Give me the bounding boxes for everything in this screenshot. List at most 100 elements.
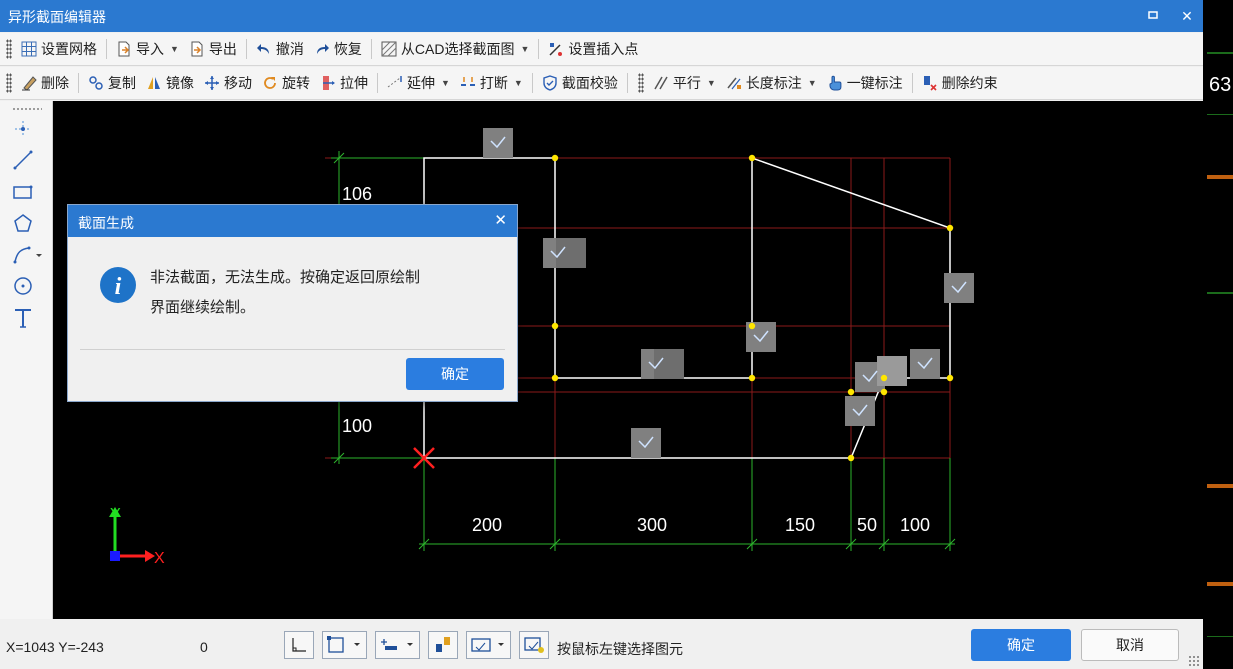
constraint-marker[interactable]	[944, 273, 974, 303]
toolbar-grip[interactable]	[637, 73, 644, 93]
select-mode-button[interactable]	[519, 631, 549, 659]
rectangle-tool-icon[interactable]	[12, 181, 34, 203]
constraint-marker[interactable]	[631, 428, 661, 458]
extend-icon	[387, 75, 403, 91]
axis-x-label: X	[154, 550, 165, 567]
grid-snap-icon	[381, 639, 413, 650]
length-dimension-icon	[726, 75, 742, 91]
display-icon	[471, 638, 504, 652]
toolbar-grip[interactable]	[6, 73, 12, 93]
copy-button[interactable]: 复制	[83, 70, 141, 96]
ortho-icon	[292, 638, 306, 652]
undo-button[interactable]: 撤消	[251, 36, 309, 62]
export-button[interactable]: 导出	[184, 36, 242, 62]
snap-icon	[327, 636, 360, 653]
maximize-icon[interactable]	[1142, 6, 1164, 26]
confirm-button[interactable]: 确定	[971, 629, 1071, 661]
polyline-tool-icon[interactable]	[12, 244, 44, 266]
constraint-marker[interactable]	[910, 349, 940, 379]
constraint-markers[interactable]	[483, 128, 974, 458]
chevron-down-icon[interactable]: ▼	[707, 78, 716, 88]
constraint-marker[interactable]	[483, 128, 513, 158]
edit-toolbar: 删除 复制 镜像 移动 旋转 拉伸 延伸 ▼ 打断 ▼ 截面校验 平行 ▼ 长度…	[0, 67, 1203, 100]
parallel-icon	[653, 75, 669, 91]
copy-icon	[88, 75, 104, 91]
hand-pointer-icon	[827, 75, 843, 91]
panel-grip[interactable]	[12, 108, 42, 110]
svg-text:i: i	[115, 274, 122, 300]
chevron-down-icon[interactable]: ▼	[514, 78, 523, 88]
chevron-down-icon[interactable]: ▼	[520, 44, 529, 54]
snap-dropdown-button[interactable]	[322, 631, 367, 659]
info-icon: i	[100, 267, 136, 303]
dialog-ok-button[interactable]: 确定	[406, 358, 504, 390]
dimension-label: 150	[785, 515, 815, 535]
layer-button[interactable]	[428, 631, 458, 659]
window-title: 异形截面编辑器	[8, 9, 106, 25]
set-insert-point-button[interactable]: 设置插入点	[543, 36, 643, 62]
rotate-button[interactable]: 旋转	[257, 70, 315, 96]
move-icon	[204, 75, 220, 91]
stretch-button[interactable]: 拉伸	[315, 70, 373, 96]
break-icon	[460, 75, 476, 91]
delete-button[interactable]: 删除	[16, 70, 74, 96]
toolbar-grip[interactable]	[6, 39, 12, 59]
dimension-label: 106	[342, 184, 372, 204]
line-tool-icon[interactable]	[12, 149, 34, 171]
layer-icon	[436, 637, 450, 652]
insert-point-icon	[548, 41, 564, 57]
axis-y-label: Y	[110, 506, 121, 523]
chevron-down-icon[interactable]: ▼	[441, 78, 450, 88]
mirror-button[interactable]: 镜像	[141, 70, 199, 96]
main-toolbar: 设置网格 导入 ▼ 导出 撤消 恢复 从CAD选择截面图 ▼ 设置插入点	[0, 33, 1203, 66]
hatch-icon	[381, 41, 397, 57]
dimension-label: 50	[857, 515, 877, 535]
one-key-dimension-button[interactable]: 一键标注	[822, 70, 908, 96]
resize-grip[interactable]	[1188, 655, 1200, 667]
polygon-tool-icon[interactable]	[12, 213, 34, 235]
eraser-icon	[21, 75, 37, 91]
axis-indicator: Y X	[109, 506, 165, 567]
extend-button[interactable]: 延伸 ▼	[382, 70, 455, 96]
close-icon[interactable]: ✕	[1176, 6, 1198, 26]
mirror-icon	[146, 75, 162, 91]
ortho-toggle-button[interactable]	[284, 631, 314, 659]
section-check-button[interactable]: 截面校验	[537, 70, 623, 96]
dialog-message: 非法截面，无法生成。按确定返回原绘制 界面继续绘制。	[150, 269, 421, 316]
title-bar: 异形截面编辑器 ✕	[0, 0, 1203, 32]
redo-icon	[314, 41, 330, 57]
constraint-marker[interactable]	[845, 396, 875, 426]
display-dropdown-button[interactable]	[466, 631, 511, 659]
parallel-button[interactable]: 平行 ▼	[648, 70, 721, 96]
cancel-button[interactable]: 取消	[1081, 629, 1179, 661]
shield-check-icon	[542, 75, 558, 91]
dimension-label: 300	[637, 515, 667, 535]
import-button[interactable]: 导入 ▼	[111, 36, 184, 62]
set-grid-button[interactable]: 设置网格	[16, 36, 102, 62]
dimension-label: 100	[900, 515, 930, 535]
draw-tools-panel	[0, 101, 53, 619]
undo-icon	[256, 41, 272, 57]
chevron-down-icon[interactable]: ▼	[170, 44, 179, 54]
background-window-strip: 63	[1203, 0, 1233, 669]
circle-tool-icon[interactable]	[12, 275, 34, 297]
grid-snap-dropdown-button[interactable]	[375, 631, 420, 659]
select-from-cad-button[interactable]: 从CAD选择截面图 ▼	[376, 36, 534, 62]
stretch-icon	[320, 75, 336, 91]
dialog-title: 截面生成	[78, 215, 134, 231]
delete-constraint-button[interactable]: 删除约束	[917, 70, 1003, 96]
constraint-marker[interactable]	[877, 356, 907, 386]
chevron-down-icon[interactable]: ▼	[808, 78, 817, 88]
cursor-coordinates: X=1043 Y=-243	[6, 639, 104, 655]
redo-button[interactable]: 恢复	[309, 36, 367, 62]
text-tool-icon[interactable]	[12, 307, 34, 329]
rotate-icon	[262, 75, 278, 91]
import-icon	[116, 41, 132, 57]
break-button[interactable]: 打断 ▼	[455, 70, 528, 96]
move-button[interactable]: 移动	[199, 70, 257, 96]
delete-constraint-icon	[922, 75, 938, 91]
point-tool-icon[interactable]	[12, 118, 34, 140]
dialog-close-icon[interactable]: ✕	[494, 211, 507, 229]
length-dimension-button[interactable]: 长度标注 ▼	[721, 70, 822, 96]
status-bar: X=1043 Y=-243 0 按鼠标左键选择图元 确定 取消	[0, 619, 1203, 669]
